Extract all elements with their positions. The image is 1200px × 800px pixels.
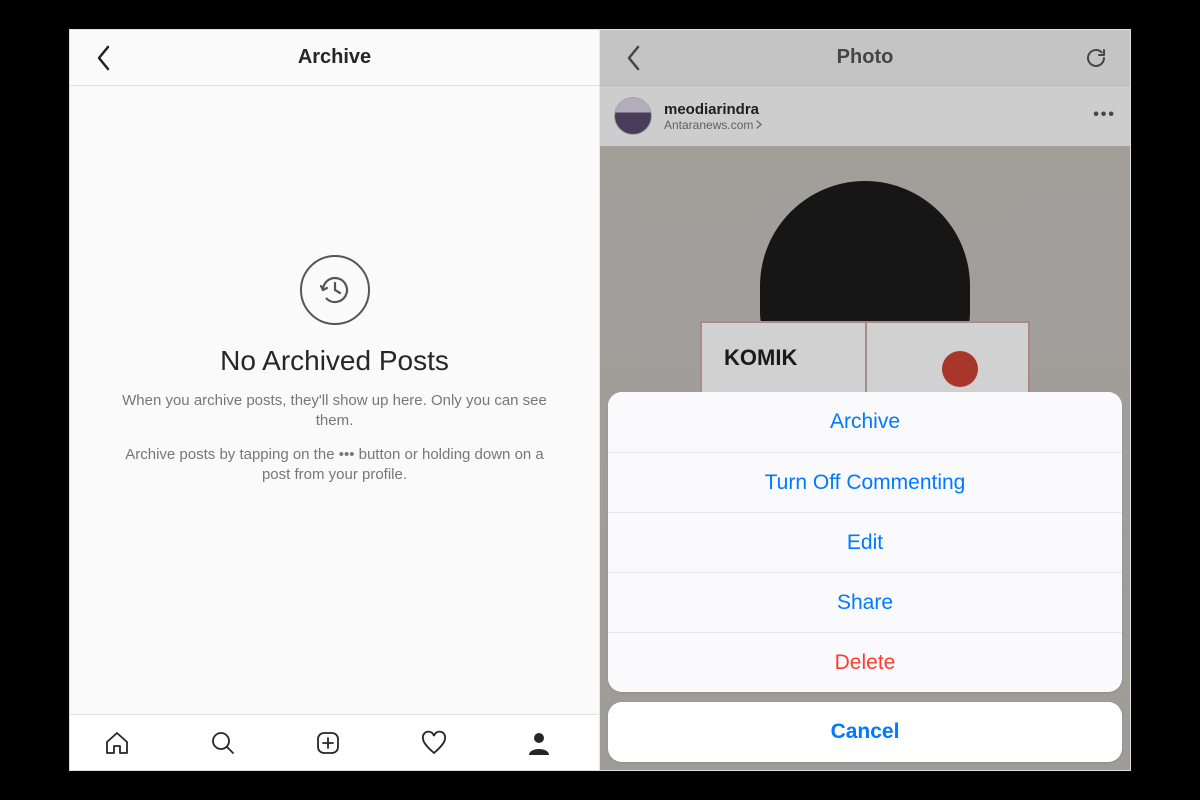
chevron-right-small-icon bbox=[756, 120, 763, 129]
sheet-item-label: Edit bbox=[847, 531, 883, 555]
tab-activity[interactable] bbox=[420, 729, 460, 757]
archive-header: Archive bbox=[70, 30, 599, 86]
sheet-share[interactable]: Share bbox=[608, 572, 1122, 632]
post-header-text: meodiarindra Antaranews.com bbox=[664, 101, 763, 132]
sheet-edit[interactable]: Edit bbox=[608, 512, 1122, 572]
back-button[interactable] bbox=[76, 30, 132, 85]
home-icon bbox=[103, 729, 143, 757]
sheet-cancel[interactable]: Cancel bbox=[608, 702, 1122, 762]
avatar[interactable] bbox=[614, 97, 652, 135]
photo-book-title: KOMIK bbox=[724, 345, 797, 371]
post-header: meodiarindra Antaranews.com ••• bbox=[600, 86, 1130, 146]
tab-search[interactable] bbox=[209, 729, 249, 757]
archive-header-title: Archive bbox=[298, 46, 371, 69]
sheet-item-label: Archive bbox=[830, 410, 900, 434]
photo-header: Photo bbox=[600, 30, 1130, 86]
tab-profile[interactable] bbox=[526, 730, 566, 756]
photo-back-button[interactable] bbox=[606, 30, 662, 85]
bottom-tabbar bbox=[70, 714, 599, 770]
sheet-item-label: Delete bbox=[835, 651, 896, 675]
tab-add[interactable] bbox=[314, 729, 354, 757]
sheet-item-label: Share bbox=[837, 591, 893, 615]
sheet-item-label: Turn Off Commenting bbox=[765, 471, 966, 495]
sheet-turn-off-commenting[interactable]: Turn Off Commenting bbox=[608, 452, 1122, 512]
tab-home[interactable] bbox=[103, 729, 143, 757]
chevron-left-icon bbox=[626, 45, 642, 71]
more-horizontal-icon: ••• bbox=[1093, 106, 1116, 123]
sheet-item-label: Cancel bbox=[831, 720, 900, 744]
action-sheet-group: Archive Turn Off Commenting Edit Share D… bbox=[608, 392, 1122, 692]
post-location[interactable]: Antaranews.com bbox=[664, 118, 763, 132]
profile-icon bbox=[526, 730, 566, 756]
archive-empty-line2: Archive posts by tapping on the ••• butt… bbox=[110, 445, 559, 486]
photo-illustration bbox=[942, 351, 978, 387]
archive-history-icon bbox=[300, 255, 370, 325]
action-sheet-cancel-group: Cancel bbox=[608, 702, 1122, 762]
post-location-text: Antaranews.com bbox=[664, 118, 753, 132]
chevron-left-icon bbox=[96, 45, 112, 71]
archive-empty-title: No Archived Posts bbox=[220, 345, 449, 377]
add-post-icon bbox=[314, 729, 354, 757]
archive-screen: Archive No Archived Posts When you archi… bbox=[70, 30, 600, 770]
sheet-delete[interactable]: Delete bbox=[608, 632, 1122, 692]
post-more-button[interactable]: ••• bbox=[1093, 106, 1116, 124]
search-icon bbox=[209, 729, 249, 757]
archive-empty-line1: When you archive posts, they'll show up … bbox=[110, 391, 559, 432]
sheet-archive[interactable]: Archive bbox=[608, 392, 1122, 452]
archive-empty-state: No Archived Posts When you archive posts… bbox=[70, 86, 599, 714]
refresh-button[interactable] bbox=[1068, 30, 1124, 85]
post-username[interactable]: meodiarindra bbox=[664, 101, 763, 118]
refresh-icon bbox=[1084, 46, 1108, 70]
dual-screenshot-frame: Archive No Archived Posts When you archi… bbox=[70, 30, 1130, 770]
photo-screen: Photo meodiarindra Antaranews.com ••• bbox=[600, 30, 1130, 770]
photo-header-title: Photo bbox=[837, 46, 894, 69]
action-sheet: Archive Turn Off Commenting Edit Share D… bbox=[608, 392, 1122, 762]
heart-icon bbox=[420, 729, 460, 757]
